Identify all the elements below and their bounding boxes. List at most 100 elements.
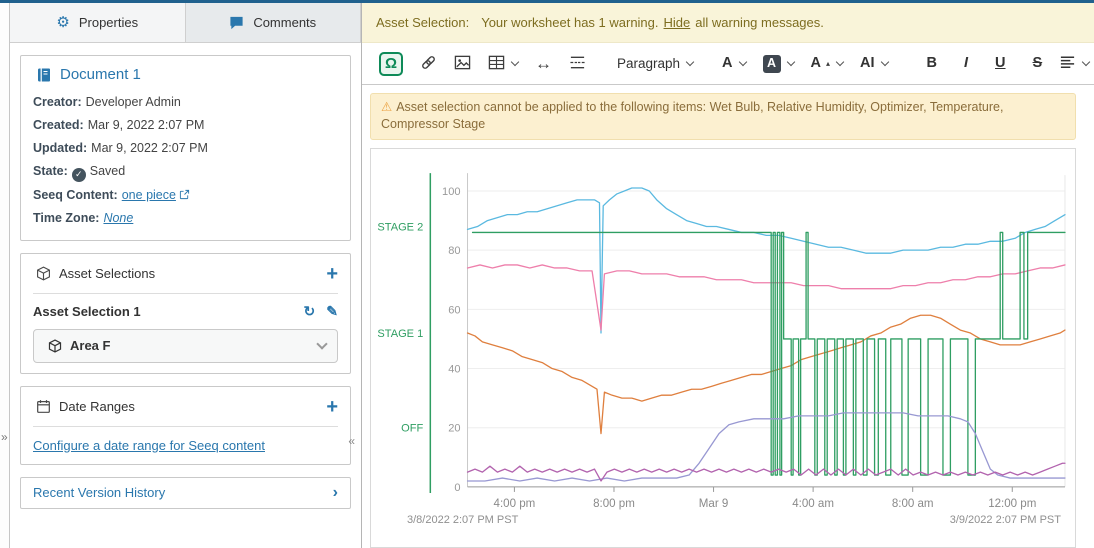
chevron-down-icon bbox=[786, 58, 794, 66]
chevron-down-icon bbox=[836, 58, 844, 66]
alignment-button[interactable] bbox=[1054, 50, 1094, 77]
collapse-panel-handle[interactable]: « bbox=[348, 434, 355, 448]
bold-button[interactable]: B bbox=[922, 52, 942, 75]
font-size-icon: A bbox=[811, 56, 821, 71]
paragraph-style-value: Paragraph bbox=[617, 57, 680, 71]
svg-text:STAGE 1: STAGE 1 bbox=[377, 328, 423, 340]
svg-text:4:00 pm: 4:00 pm bbox=[494, 498, 536, 510]
journal-icon bbox=[36, 67, 52, 83]
svg-text:12:00 pm: 12:00 pm bbox=[988, 498, 1036, 510]
font-color-icon: A bbox=[722, 56, 732, 71]
trend-chart[interactable]: 020406080100STAGE 2STAGE 1OFF4:00 pm8:00… bbox=[370, 148, 1076, 548]
link-icon bbox=[420, 54, 437, 73]
chevron-down-icon bbox=[1082, 58, 1090, 66]
time-zone-link[interactable]: None bbox=[103, 211, 133, 225]
svg-text:20: 20 bbox=[448, 422, 460, 434]
svg-text:8:00 pm: 8:00 pm bbox=[593, 498, 635, 510]
warning-triangle-icon: ⚠ bbox=[381, 100, 392, 114]
tab-properties-label: Properties bbox=[79, 15, 138, 30]
font-family-button[interactable]: AI bbox=[855, 52, 893, 75]
cube-icon bbox=[48, 339, 62, 353]
add-asset-selection-button[interactable]: + bbox=[326, 264, 338, 284]
cube-icon bbox=[36, 266, 51, 281]
seeq-logo-icon: Ω bbox=[379, 52, 403, 76]
expand-left-handle[interactable]: » bbox=[1, 430, 8, 444]
chevron-right-icon: › bbox=[333, 485, 338, 501]
svg-text:40: 40 bbox=[448, 363, 460, 375]
strikethrough-button[interactable]: S bbox=[1028, 52, 1048, 75]
font-family-icon: AI bbox=[860, 56, 875, 71]
hide-warnings-link[interactable]: Hide bbox=[664, 15, 691, 30]
resize-width-button[interactable]: ↔ bbox=[530, 51, 557, 76]
insert-table-button[interactable] bbox=[483, 50, 523, 77]
seeq-content-link[interactable]: one piece bbox=[122, 188, 176, 202]
asset-selection-warning-text: Asset selection cannot be applied to the… bbox=[381, 100, 1003, 131]
table-icon bbox=[488, 54, 505, 73]
asset-selection-dropdown[interactable]: Area F bbox=[33, 329, 338, 363]
saved-check-icon: ✓ bbox=[72, 168, 86, 182]
panel-tabs: ⚙ Properties Comments bbox=[10, 3, 361, 43]
recent-version-history-button[interactable]: Recent Version History › bbox=[20, 477, 351, 509]
warning-bar-prefix: Asset Selection: bbox=[376, 15, 469, 30]
configure-date-range-link[interactable]: Configure a date range for Seeq content bbox=[33, 438, 265, 453]
updated-value: Mar 9, 2022 2:07 PM bbox=[91, 141, 208, 155]
time-zone-label: Time Zone: bbox=[33, 211, 99, 225]
version-history-label: Recent Version History bbox=[33, 485, 165, 500]
tab-comments[interactable]: Comments bbox=[186, 3, 362, 42]
chart-start-time: 3/8/2022 2:07 PM PST bbox=[407, 514, 518, 526]
insert-link-button[interactable] bbox=[415, 50, 442, 77]
highlight-color-icon: A bbox=[763, 55, 781, 73]
chevron-down-icon bbox=[511, 58, 519, 66]
page-break-icon bbox=[569, 54, 586, 73]
asset-selection-value: Area F bbox=[70, 338, 110, 353]
refresh-asset-selection-icon[interactable]: ↻ bbox=[304, 303, 316, 320]
arrows-horizontal-icon: ↔ bbox=[535, 55, 552, 72]
panel-body: Document 1 Creator:Developer Admin Creat… bbox=[10, 43, 361, 548]
asset-selections-title: Asset Selections bbox=[59, 266, 155, 281]
asset-selections-card: Asset Selections + Asset Selection 1 ↻ ✎… bbox=[20, 253, 351, 374]
created-value: Mar 9, 2022 2:07 PM bbox=[88, 118, 205, 132]
paragraph-style-select[interactable]: Paragraph bbox=[612, 53, 698, 75]
svg-text:100: 100 bbox=[442, 185, 460, 197]
svg-text:Mar 9: Mar 9 bbox=[699, 498, 729, 510]
created-field: Created:Mar 9, 2022 2:07 PM bbox=[33, 114, 338, 137]
align-left-icon bbox=[1059, 54, 1076, 73]
seeq-app: » ⚙ Properties Comments Documen bbox=[0, 0, 1094, 548]
seeq-content-label: Seeq Content: bbox=[33, 188, 118, 202]
tab-properties[interactable]: ⚙ Properties bbox=[10, 3, 186, 42]
svg-text:4:00 am: 4:00 am bbox=[792, 498, 834, 510]
insert-image-button[interactable] bbox=[449, 50, 476, 77]
time-zone-field: Time Zone: None bbox=[33, 207, 338, 230]
left-collapsed-rail: » bbox=[0, 3, 10, 548]
italic-button[interactable]: I bbox=[959, 52, 973, 75]
chart-end-time: 3/9/2022 2:07 PM PST bbox=[950, 514, 1061, 526]
warning-bar-suffix: all warning messages. bbox=[695, 15, 824, 30]
comment-icon bbox=[229, 15, 244, 30]
state-value: Saved bbox=[90, 164, 125, 178]
font-color-button[interactable]: A bbox=[717, 52, 750, 75]
svg-text:OFF: OFF bbox=[401, 422, 423, 434]
chevron-down-icon bbox=[738, 58, 746, 66]
gear-icon: ⚙ bbox=[56, 15, 69, 30]
font-size-button[interactable]: A ▴ bbox=[806, 52, 849, 75]
seeq-content-field: Seeq Content: one piece bbox=[33, 184, 338, 207]
date-ranges-card: Date Ranges + Configure a date range for… bbox=[20, 386, 351, 465]
seeq-content-button[interactable]: Ω bbox=[374, 48, 408, 80]
highlight-color-button[interactable]: A bbox=[758, 51, 799, 77]
chart-time-range: 3/8/2022 2:07 PM PST 3/9/2022 2:07 PM PS… bbox=[375, 513, 1071, 528]
worksheet-warning-bar: Asset Selection: Your worksheet has 1 wa… bbox=[362, 3, 1094, 43]
edit-asset-selection-icon[interactable]: ✎ bbox=[326, 303, 338, 320]
page-break-button[interactable] bbox=[564, 50, 591, 77]
creator-label: Creator: bbox=[33, 95, 82, 109]
document-title: Document 1 bbox=[60, 66, 141, 83]
calendar-icon bbox=[36, 399, 51, 414]
svg-text:80: 80 bbox=[448, 245, 460, 257]
svg-text:STAGE 2: STAGE 2 bbox=[377, 221, 423, 233]
add-date-range-button[interactable]: + bbox=[326, 397, 338, 417]
chart-canvas[interactable]: 020406080100STAGE 2STAGE 1OFF4:00 pm8:00… bbox=[375, 155, 1071, 513]
underline-button[interactable]: U bbox=[990, 52, 1010, 75]
editor-toolbar: Ω ↔ Paragraph A bbox=[362, 43, 1094, 85]
updated-label: Updated: bbox=[33, 141, 87, 155]
document-card: Document 1 Creator:Developer Admin Creat… bbox=[20, 55, 351, 241]
asset-selection-name: Asset Selection 1 bbox=[33, 304, 141, 319]
